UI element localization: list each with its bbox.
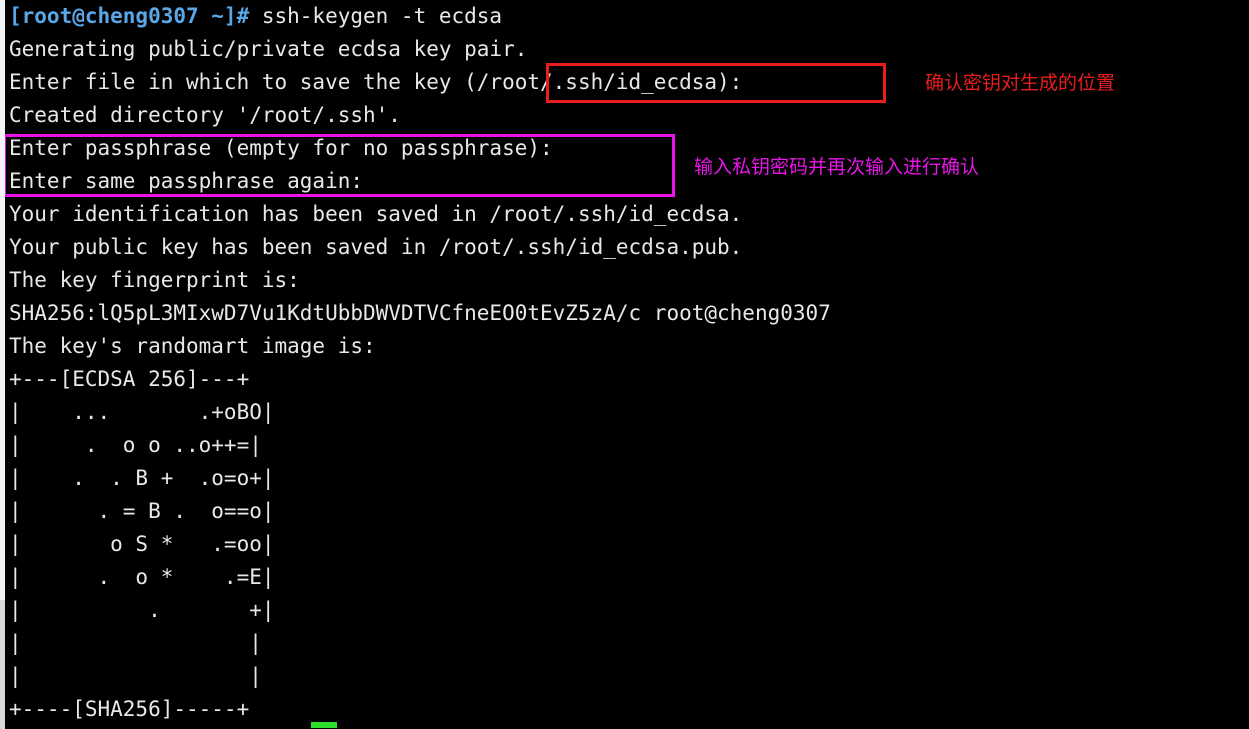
terminal-window: [root@cheng0307 ~]# ssh-keygen -t ecdsa … [0,0,1249,729]
randomart-row: | . . B + .o=o+| [9,466,275,490]
randomart-header: +---[ECDSA 256]---+ [9,367,250,391]
randomart-row: | | [9,664,262,688]
randomart-row: | ... .+oBO| [9,400,275,424]
terminal-line-enter-passphrase: Enter passphrase (empty for no passphras… [9,136,566,160]
randomart-row: | . o o ..o++=| [9,433,262,457]
terminal-line-fingerprint-value: SHA256:lQ5pL3MIxwD7Vu1KdtUbbDWVDTVCfneEO… [9,301,831,325]
randomart-footer: +----[SHA256]-----+ [9,697,250,721]
terminal-line-enter-file: Enter file in which to save the key (/ro… [9,70,755,94]
terminal-line-public-key-saved: Your public key has been saved in /root/… [9,235,743,259]
shell-command: ssh-keygen -t ecdsa [249,4,503,28]
randomart-row: | . o * .=E| [9,565,275,589]
randomart-row: | | [9,631,262,655]
randomart-row: | . = B . o==o| [9,499,275,523]
passphrase-annotation-text: 输入私钥密码并再次输入进行确认 [694,156,980,178]
next-prompt-artifact [311,722,337,728]
window-scrollbar[interactable] [0,0,5,729]
terminal-line-enter-same-passphrase: Enter same passphrase again: [9,169,376,193]
terminal-line-fingerprint-label: The key fingerprint is: [9,268,300,292]
terminal-line-generating: Generating public/private ecdsa key pair… [9,37,528,61]
randomart-row: | o S * .=oo| [9,532,275,556]
terminal-line-randomart-label: The key's randomart image is: [9,334,376,358]
shell-prompt: [root@cheng0307 ~]# [9,4,250,28]
file-path-annotation-text: 确认密钥对生成的位置 [925,72,1116,94]
scrollbar-thumb[interactable] [0,0,5,600]
terminal-line-created-directory: Created directory '/root/.ssh'. [9,103,401,127]
randomart-row: | . +| [9,598,275,622]
terminal-line-identification-saved: Your identification has been saved in /r… [9,202,743,226]
terminal-line-prompt: [root@cheng0307 ~]# ssh-keygen -t ecdsa [9,4,502,29]
terminal-screen[interactable]: [root@cheng0307 ~]# ssh-keygen -t ecdsa … [0,0,1249,729]
